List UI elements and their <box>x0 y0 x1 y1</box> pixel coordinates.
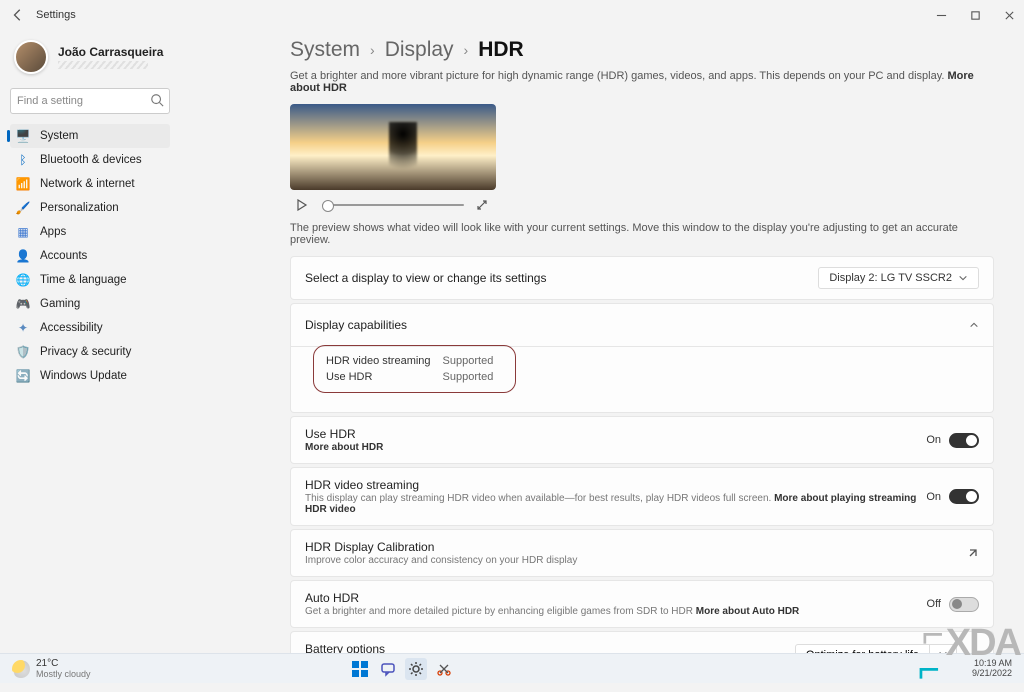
avatar <box>14 40 48 74</box>
use-hdr-state: On <box>926 434 941 446</box>
preview-player <box>290 196 496 214</box>
sidebar-item-label: Time & language <box>40 274 127 286</box>
auto-hdr-toggle[interactable] <box>949 597 979 612</box>
sidebar-item-personalization[interactable]: 🖌️ Personalization <box>10 196 170 220</box>
taskbar-weather[interactable]: 21°C Mostly cloudy <box>12 658 91 679</box>
sidebar-item-label: Windows Update <box>40 370 127 382</box>
start-button[interactable] <box>349 658 371 680</box>
preview-caption: The preview shows what video will look l… <box>290 222 994 246</box>
display-selector-label: Select a display to view or change its s… <box>305 271 818 285</box>
apps-icon: ▦ <box>16 225 30 239</box>
hdr-calibration-card[interactable]: HDR Display Calibration Improve color ac… <box>290 529 994 577</box>
sidebar-item-label: Bluetooth & devices <box>40 154 142 166</box>
expand-button[interactable] <box>476 198 490 212</box>
use-hdr-card: Use HDR More about HDR On <box>290 416 994 464</box>
display-selector-card: Select a display to view or change its s… <box>290 256 994 300</box>
chevron-up-icon <box>969 320 979 330</box>
sidebar-item-apps[interactable]: ▦ Apps <box>10 220 170 244</box>
sidebar-item-label: System <box>40 130 78 142</box>
taskbar-snip[interactable] <box>433 658 455 680</box>
gaming-icon: 🎮 <box>16 297 30 311</box>
use-hdr-toggle[interactable] <box>949 433 979 448</box>
hdr-streaming-toggle[interactable] <box>949 489 979 504</box>
chevron-right-icon: › <box>464 42 469 58</box>
accessibility-icon: ✦ <box>16 321 30 335</box>
back-button[interactable] <box>8 5 28 25</box>
breadcrumb-display[interactable]: Display <box>385 38 454 62</box>
taskbar: 21°C Mostly cloudy 10:19 AM 9/21/2022 <box>0 653 1024 683</box>
page-subtitle: Get a brighter and more vibrant picture … <box>290 70 994 94</box>
sidebar-item-label: Privacy & security <box>40 346 131 358</box>
hdr-streaming-card: HDR video streaming This display can pla… <box>290 467 994 526</box>
capabilities-highlight: HDR video streamingSupported Use HDRSupp… <box>313 345 516 393</box>
display-capabilities-header[interactable]: Display capabilities <box>290 303 994 347</box>
display-capabilities-panel: HDR video streamingSupported Use HDRSupp… <box>290 347 994 413</box>
hdr-streaming-state: On <box>926 491 941 503</box>
battery-options-card: Battery options When viewing HDR content… <box>290 631 994 653</box>
taskbar-chat[interactable] <box>377 658 399 680</box>
bluetooth-icon: ᛒ <box>16 153 30 167</box>
chevron-down-icon <box>958 273 968 283</box>
sidebar-item-label: Accessibility <box>40 322 103 334</box>
auto-hdr-state: Off <box>927 598 941 610</box>
maximize-button[interactable] <box>968 8 982 22</box>
weather-icon <box>12 660 30 678</box>
chevron-right-icon: › <box>370 42 375 58</box>
time-icon: 🌐 <box>16 273 30 287</box>
sidebar-item-label: Accounts <box>40 250 87 262</box>
taskbar-settings[interactable] <box>405 658 427 680</box>
xda-watermark: ⌐⌐XDA <box>916 622 1020 665</box>
capability-row: Use HDRSupported <box>326 370 503 384</box>
window-title: Settings <box>36 9 76 21</box>
more-about-hdr-link2[interactable]: More about HDR <box>305 442 383 453</box>
sidebar-item-system[interactable]: 🖥️ System <box>10 124 170 148</box>
close-button[interactable] <box>1002 8 1016 22</box>
sidebar-item-label: Network & internet <box>40 178 135 190</box>
minimize-button[interactable] <box>934 8 948 22</box>
sidebar-item-gaming[interactable]: 🎮 Gaming <box>10 292 170 316</box>
sidebar-item-accessibility[interactable]: ✦ Accessibility <box>10 316 170 340</box>
search-icon <box>150 93 164 107</box>
sidebar-item-label: Personalization <box>40 202 119 214</box>
play-button[interactable] <box>296 198 310 212</box>
sidebar-item-label: Apps <box>40 226 66 238</box>
privacy-icon: 🛡️ <box>16 345 30 359</box>
breadcrumb: System › Display › HDR <box>290 38 994 62</box>
display-selector-dropdown[interactable]: Display 2: LG TV SSCR2 <box>818 267 979 289</box>
breadcrumb-system[interactable]: System <box>290 38 360 62</box>
sidebar-item-time[interactable]: 🌐 Time & language <box>10 268 170 292</box>
sidebar-item-label: Gaming <box>40 298 80 310</box>
sidebar-item-bluetooth[interactable]: ᛒ Bluetooth & devices <box>10 148 170 172</box>
personalization-icon: 🖌️ <box>16 201 30 215</box>
search-input[interactable] <box>10 88 170 114</box>
more-about-auto-hdr-link[interactable]: More about Auto HDR <box>696 606 800 617</box>
network-icon: 📶 <box>16 177 30 191</box>
auto-hdr-card: Auto HDR Get a brighter and more detaile… <box>290 580 994 628</box>
system-icon: 🖥️ <box>16 129 30 143</box>
sidebar-item-accounts[interactable]: 👤 Accounts <box>10 244 170 268</box>
accounts-icon: 👤 <box>16 249 30 263</box>
sidebar-item-update[interactable]: 🔄 Windows Update <box>10 364 170 388</box>
open-external-icon <box>967 547 979 559</box>
capability-row: HDR video streamingSupported <box>326 354 503 368</box>
breadcrumb-hdr: HDR <box>478 38 524 62</box>
sidebar-item-privacy[interactable]: 🛡️ Privacy & security <box>10 340 170 364</box>
user-name: João Carrasqueira <box>58 45 163 59</box>
user-profile[interactable]: João Carrasqueira <box>10 36 170 88</box>
update-icon: 🔄 <box>16 369 30 383</box>
preview-seek-slider[interactable] <box>322 204 464 206</box>
hdr-preview-image <box>290 104 496 190</box>
sidebar-item-network[interactable]: 📶 Network & internet <box>10 172 170 196</box>
user-email-redacted <box>58 61 148 69</box>
